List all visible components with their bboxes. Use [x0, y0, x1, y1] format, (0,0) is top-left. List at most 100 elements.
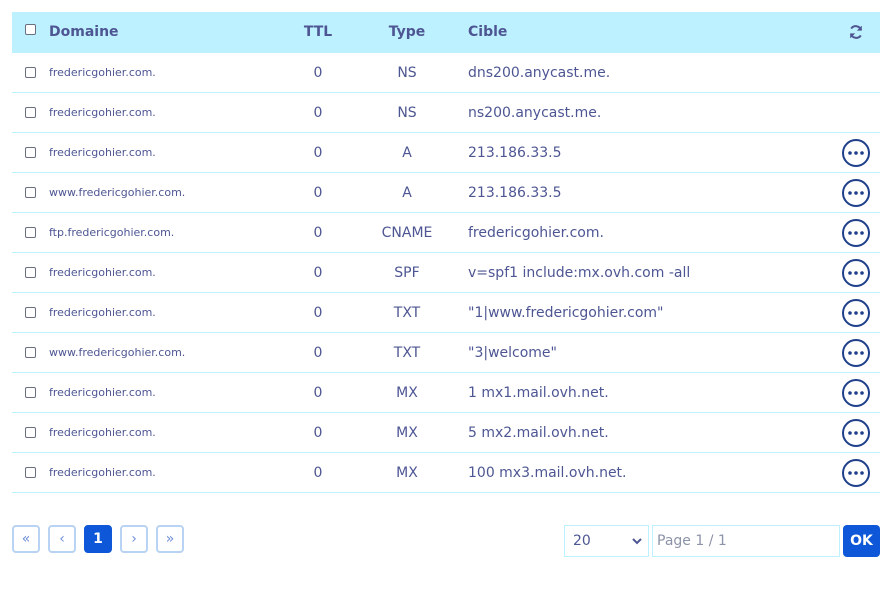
- more-icon: [848, 310, 864, 315]
- more-actions-button[interactable]: [842, 418, 870, 447]
- row-type: MX: [396, 384, 418, 401]
- more-icon: [848, 190, 864, 195]
- row-ttl: 0: [313, 464, 323, 481]
- row-domain: fredericgohier.com.: [49, 146, 156, 159]
- row-checkbox[interactable]: [25, 267, 36, 278]
- header-domain[interactable]: Domaine: [49, 24, 283, 40]
- row-target: 1 mx1.mail.ovh.net.: [468, 384, 609, 401]
- table-row: fredericgohier.com. 0 A 213.186.33.5: [12, 133, 880, 173]
- more-actions-button[interactable]: [842, 338, 870, 367]
- header-target[interactable]: Cible: [461, 24, 832, 40]
- row-checkbox[interactable]: [25, 107, 36, 118]
- prev-page-button[interactable]: ‹: [48, 525, 76, 553]
- row-target: v=spf1 include:mx.ovh.com -all: [468, 264, 691, 281]
- table-row: www.fredericgohier.com. 0 A 213.186.33.5: [12, 173, 880, 213]
- header-ttl[interactable]: TTL: [283, 24, 353, 40]
- row-checkbox-cell: [12, 347, 49, 358]
- row-action-cell: [832, 258, 880, 287]
- page-size-select[interactable]: 20: [564, 525, 649, 557]
- refresh-icon: [848, 24, 864, 40]
- current-page-button[interactable]: 1: [84, 525, 112, 553]
- row-checkbox-cell: [12, 187, 49, 198]
- row-target: fredericgohier.com.: [468, 224, 604, 241]
- row-action-cell: [832, 178, 880, 207]
- row-type: MX: [396, 464, 418, 481]
- table-row: fredericgohier.com. 0 MX 1 mx1.mail.ovh.net…: [12, 373, 880, 413]
- select-all-cell: [12, 23, 49, 41]
- row-action-cell: [832, 458, 880, 487]
- table-row: ftp.fredericgohier.com. 0 CNAME fredericgoh…: [12, 213, 880, 253]
- refresh-button[interactable]: [832, 24, 880, 40]
- next-page-button[interactable]: ›: [120, 525, 148, 553]
- row-checkbox[interactable]: [25, 67, 36, 78]
- row-domain: fredericgohier.com.: [49, 466, 156, 479]
- row-checkbox[interactable]: [25, 227, 36, 238]
- row-checkbox-cell: [12, 147, 49, 158]
- more-actions-button[interactable]: [842, 258, 870, 287]
- row-ttl: 0: [313, 344, 323, 361]
- more-actions-button[interactable]: [842, 138, 870, 167]
- row-type: TXT: [393, 304, 421, 321]
- row-action-cell: [832, 338, 880, 367]
- row-checkbox[interactable]: [25, 187, 36, 198]
- row-checkbox[interactable]: [25, 387, 36, 398]
- row-target: "1|www.fredericgohier.com": [468, 304, 664, 321]
- more-actions-button[interactable]: [842, 218, 870, 247]
- row-checkbox-cell: [12, 227, 49, 238]
- first-page-button[interactable]: «: [12, 525, 40, 553]
- row-checkbox[interactable]: [25, 347, 36, 358]
- pagination: « ‹ 1 › »: [12, 525, 186, 553]
- ok-button[interactable]: OK: [843, 525, 880, 557]
- header-type[interactable]: Type: [353, 24, 461, 40]
- row-target: 5 mx2.mail.ovh.net.: [468, 424, 609, 441]
- row-domain: fredericgohier.com.: [49, 66, 156, 79]
- row-domain: www.fredericgohier.com.: [49, 186, 186, 199]
- row-ttl: 0: [313, 224, 323, 241]
- row-target: ns200.anycast.me.: [468, 104, 602, 121]
- more-icon: [848, 390, 864, 395]
- more-actions-button[interactable]: [842, 178, 870, 207]
- row-type: NS: [397, 64, 417, 81]
- table-row: fredericgohier.com. 0 NS dns200.anycast.me.: [12, 53, 880, 93]
- row-checkbox-cell: [12, 67, 49, 78]
- table-header: Domaine TTL Type Cible: [12, 12, 880, 53]
- row-checkbox[interactable]: [25, 467, 36, 478]
- row-target: dns200.anycast.me.: [468, 64, 611, 81]
- row-ttl: 0: [313, 64, 323, 81]
- row-action-cell: [832, 138, 880, 167]
- more-icon: [848, 230, 864, 235]
- more-actions-button[interactable]: [842, 298, 870, 327]
- row-action-cell: [832, 378, 880, 407]
- table-body: fredericgohier.com. 0 NS dns200.anycast.me.…: [12, 53, 880, 493]
- row-domain: www.fredericgohier.com.: [49, 346, 186, 359]
- row-target: "3|welcome": [468, 344, 557, 361]
- more-icon: [848, 350, 864, 355]
- row-checkbox-cell: [12, 107, 49, 118]
- row-domain: fredericgohier.com.: [49, 426, 156, 439]
- dns-records-table: Domaine TTL Type Cible fredericgohier.co…: [12, 12, 880, 493]
- row-type: A: [402, 144, 412, 161]
- row-target: 213.186.33.5: [468, 144, 562, 161]
- row-type: NS: [397, 104, 417, 121]
- last-page-button[interactable]: »: [156, 525, 184, 553]
- row-ttl: 0: [313, 304, 323, 321]
- row-checkbox-cell: [12, 267, 49, 278]
- select-all-checkbox[interactable]: [25, 23, 36, 35]
- table-row: fredericgohier.com. 0 TXT "1|www.fredericgo…: [12, 293, 880, 333]
- more-actions-button[interactable]: [842, 378, 870, 407]
- row-checkbox[interactable]: [25, 427, 36, 438]
- row-domain: fredericgohier.com.: [49, 266, 156, 279]
- row-checkbox-cell: [12, 387, 49, 398]
- row-ttl: 0: [313, 424, 323, 441]
- table-row: www.fredericgohier.com. 0 TXT "3|welcome": [12, 333, 880, 373]
- more-icon: [848, 270, 864, 275]
- row-checkbox[interactable]: [25, 307, 36, 318]
- row-domain: fredericgohier.com.: [49, 386, 156, 399]
- page-input[interactable]: Page 1 / 1: [652, 525, 840, 557]
- row-checkbox[interactable]: [25, 147, 36, 158]
- row-target: 213.186.33.5: [468, 184, 562, 201]
- page-controls: 20 Page 1 / 1 OK: [564, 525, 880, 557]
- more-actions-button[interactable]: [842, 458, 870, 487]
- more-icon: [848, 430, 864, 435]
- more-icon: [848, 150, 864, 155]
